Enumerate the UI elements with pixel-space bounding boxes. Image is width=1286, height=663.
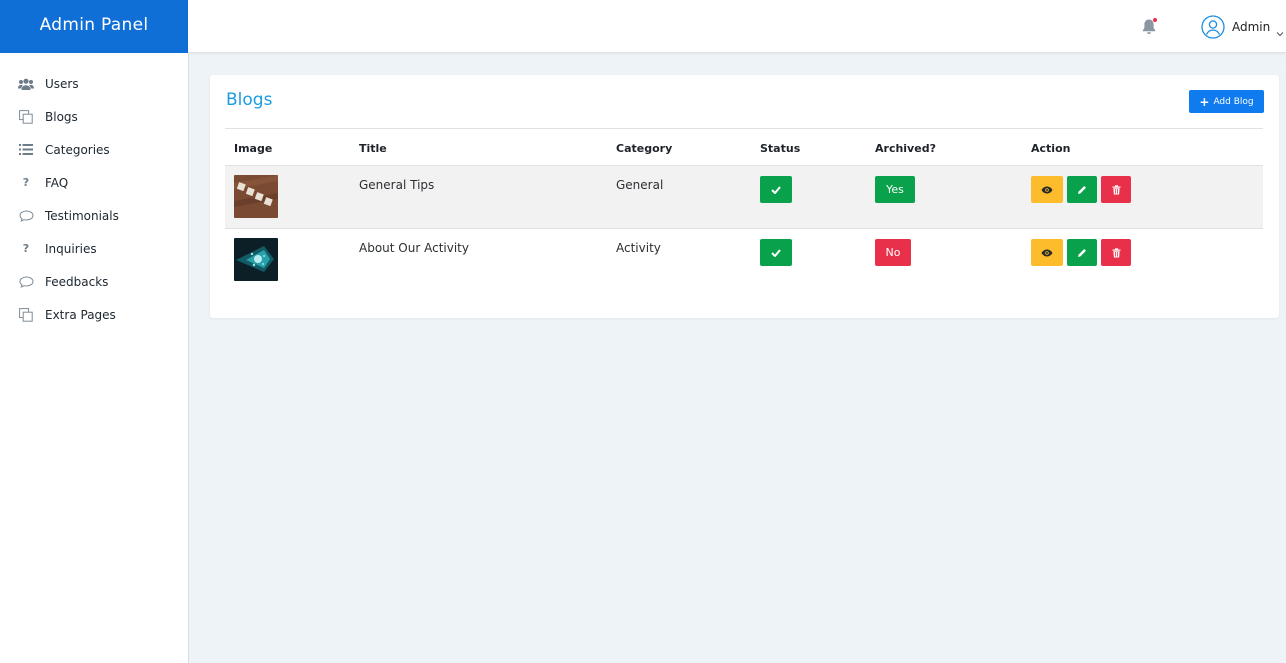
sidebar-item-label: FAQ	[45, 175, 69, 190]
user-circle-icon	[1201, 15, 1225, 39]
pencil-icon	[1078, 185, 1086, 194]
status-toggle-button[interactable]	[760, 176, 792, 203]
sidebar-item-label: Users	[45, 76, 79, 91]
status-toggle-button[interactable]	[760, 239, 792, 266]
archived-toggle-button[interactable]: No	[875, 239, 911, 266]
sidebar-item-faq[interactable]: ? FAQ	[0, 166, 188, 199]
chevron-down-icon	[1276, 23, 1284, 37]
top-bar: Admin	[188, 0, 1286, 53]
copy-icon	[18, 307, 34, 322]
sidebar-item-label: Inquiries	[45, 241, 97, 256]
question-icon: ?	[22, 242, 30, 255]
check-icon	[771, 185, 781, 194]
blog-category: General	[616, 178, 664, 192]
sidebar-item-users[interactable]: Users	[0, 67, 188, 100]
brand-title[interactable]: Admin Panel	[0, 0, 188, 53]
user-menu[interactable]: Admin	[1201, 15, 1284, 39]
add-blog-label: Add Blog	[1213, 96, 1254, 107]
comment-icon	[18, 209, 34, 223]
blog-title: About Our Activity	[359, 241, 469, 255]
column-header-image: Image	[234, 142, 273, 155]
eye-icon	[1041, 249, 1053, 256]
add-blog-button[interactable]: + Add Blog	[1189, 90, 1264, 113]
sidebar-item-label: Extra Pages	[45, 307, 116, 322]
column-header-action: Action	[1031, 142, 1071, 155]
comment-icon	[18, 275, 34, 289]
sidebar-item-label: Blogs	[45, 109, 78, 124]
sidebar-item-categories[interactable]: Categories	[0, 133, 188, 166]
eye-icon	[1041, 186, 1053, 193]
edit-button[interactable]	[1067, 239, 1097, 266]
delete-button[interactable]	[1101, 176, 1131, 203]
delete-button[interactable]	[1101, 239, 1131, 266]
archived-toggle-button[interactable]: Yes	[875, 176, 915, 203]
sidebar: Users Blogs Categories ? FAQ Testimonial…	[0, 53, 189, 663]
sidebar-item-feedbacks[interactable]: Feedbacks	[0, 265, 188, 298]
plus-icon: +	[1199, 94, 1210, 109]
column-header-status: Status	[760, 142, 801, 155]
column-header-archived: Archived?	[875, 142, 936, 155]
trash-icon	[1112, 184, 1120, 194]
sidebar-item-label: Feedbacks	[45, 274, 109, 289]
view-button[interactable]	[1031, 239, 1063, 266]
sidebar-item-extra-pages[interactable]: Extra Pages	[0, 298, 188, 331]
users-icon	[18, 77, 34, 91]
list-icon	[18, 143, 34, 157]
notification-dot	[1153, 18, 1157, 22]
sidebar-item-label: Categories	[45, 142, 110, 157]
edit-button[interactable]	[1067, 176, 1097, 203]
copy-icon	[18, 109, 34, 124]
check-icon	[771, 248, 781, 257]
sidebar-item-blogs[interactable]: Blogs	[0, 100, 188, 133]
blog-thumbnail	[234, 175, 278, 218]
sidebar-item-label: Testimonials	[45, 208, 119, 223]
column-header-title: Title	[359, 142, 387, 155]
blog-thumbnail	[234, 238, 278, 281]
page-title: Blogs	[226, 90, 273, 110]
sidebar-item-inquiries[interactable]: ? Inquiries	[0, 232, 188, 265]
view-button[interactable]	[1031, 176, 1063, 203]
table-row: General Tips General Yes	[225, 166, 1263, 229]
question-icon: ?	[22, 176, 30, 189]
blog-title: General Tips	[359, 178, 435, 192]
bell-icon[interactable]	[1141, 18, 1157, 36]
pencil-icon	[1078, 248, 1086, 257]
column-header-category: Category	[616, 142, 673, 155]
blogs-card: Blogs + Add Blog Image Title Category St…	[210, 75, 1279, 318]
blog-category: Activity	[616, 241, 661, 255]
table-row: About Our Activity Activity No	[225, 229, 1263, 292]
sidebar-item-testimonials[interactable]: Testimonials	[0, 199, 188, 232]
user-name: Admin	[1232, 20, 1271, 34]
trash-icon	[1112, 247, 1120, 257]
table-header: Image Title Category Status Archived? Ac…	[225, 128, 1263, 166]
